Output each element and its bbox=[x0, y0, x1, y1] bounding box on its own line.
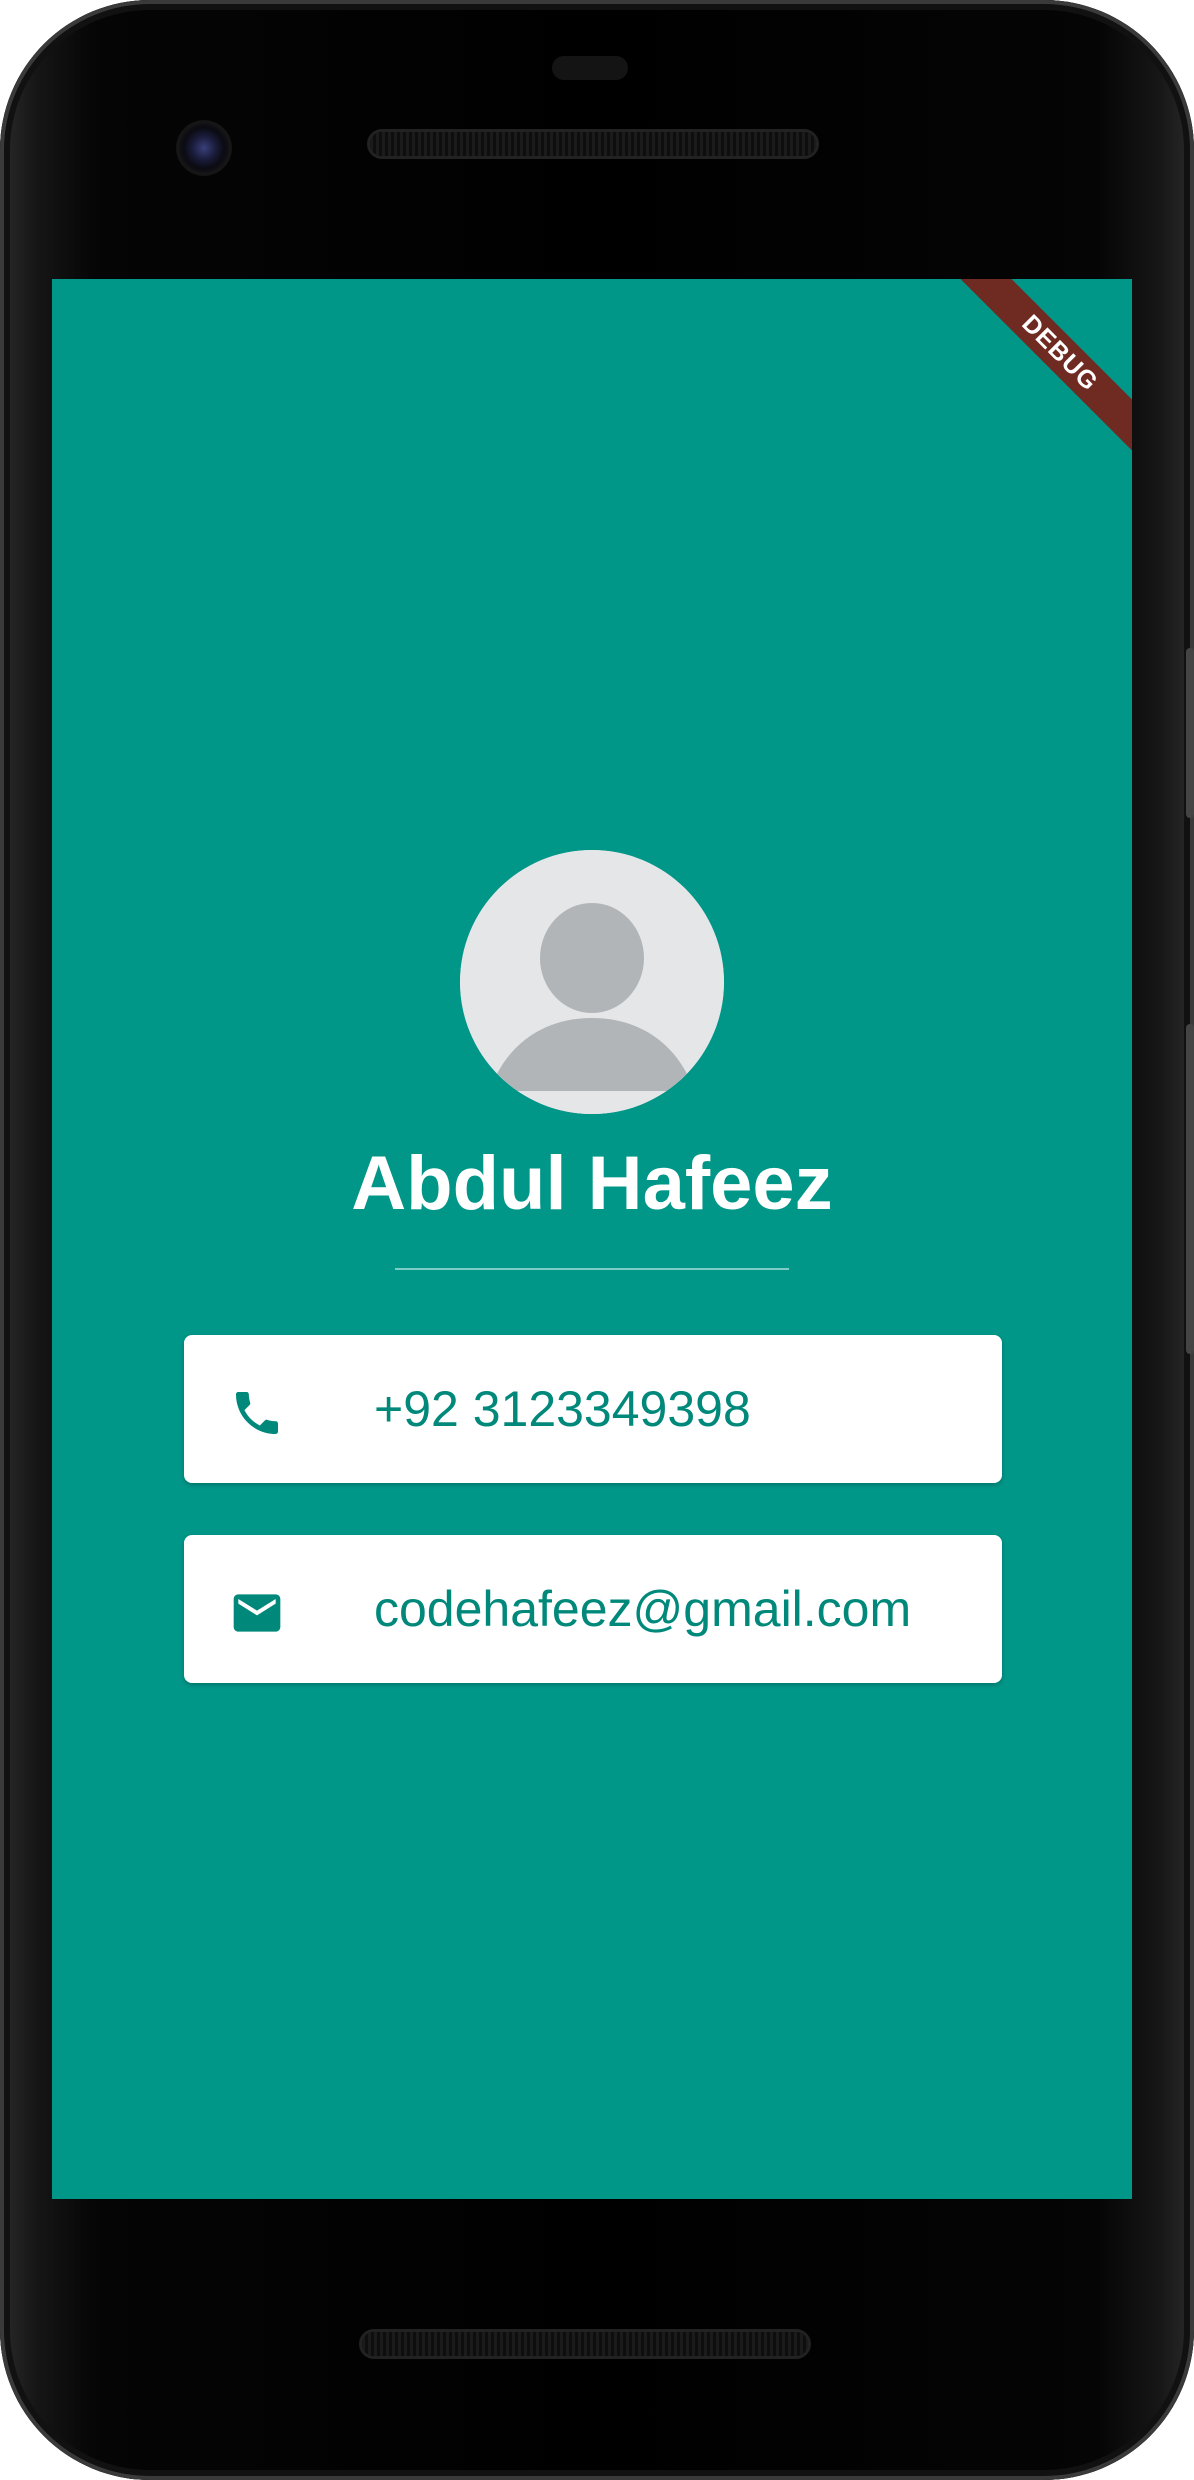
app-screen: DEBUG Abdul Hafeez +92 3123349398 codeha… bbox=[52, 279, 1132, 2199]
earpiece-speaker bbox=[370, 132, 816, 156]
proximity-sensor bbox=[552, 56, 628, 80]
email-icon bbox=[233, 1594, 281, 1632]
phone-card[interactable]: +92 3123349398 bbox=[184, 1335, 1002, 1483]
email-address: codehafeez@gmail.com bbox=[374, 1581, 912, 1637]
bottom-speaker bbox=[362, 2332, 808, 2356]
divider bbox=[395, 1268, 789, 1270]
phone-number: +92 3123349398 bbox=[374, 1381, 751, 1437]
avatar bbox=[460, 850, 724, 1114]
volume-button bbox=[1186, 1024, 1194, 1354]
default-person-avatar-icon bbox=[460, 850, 724, 1114]
phone-icon bbox=[236, 1392, 278, 1434]
phone-frame: DEBUG Abdul Hafeez +92 3123349398 codeha… bbox=[0, 0, 1194, 2480]
front-camera bbox=[180, 124, 228, 172]
email-card[interactable]: codehafeez@gmail.com bbox=[184, 1535, 1002, 1683]
profile-name: Abdul Hafeez bbox=[351, 1141, 833, 1226]
power-button bbox=[1186, 648, 1194, 818]
debug-banner: DEBUG bbox=[955, 279, 1132, 458]
